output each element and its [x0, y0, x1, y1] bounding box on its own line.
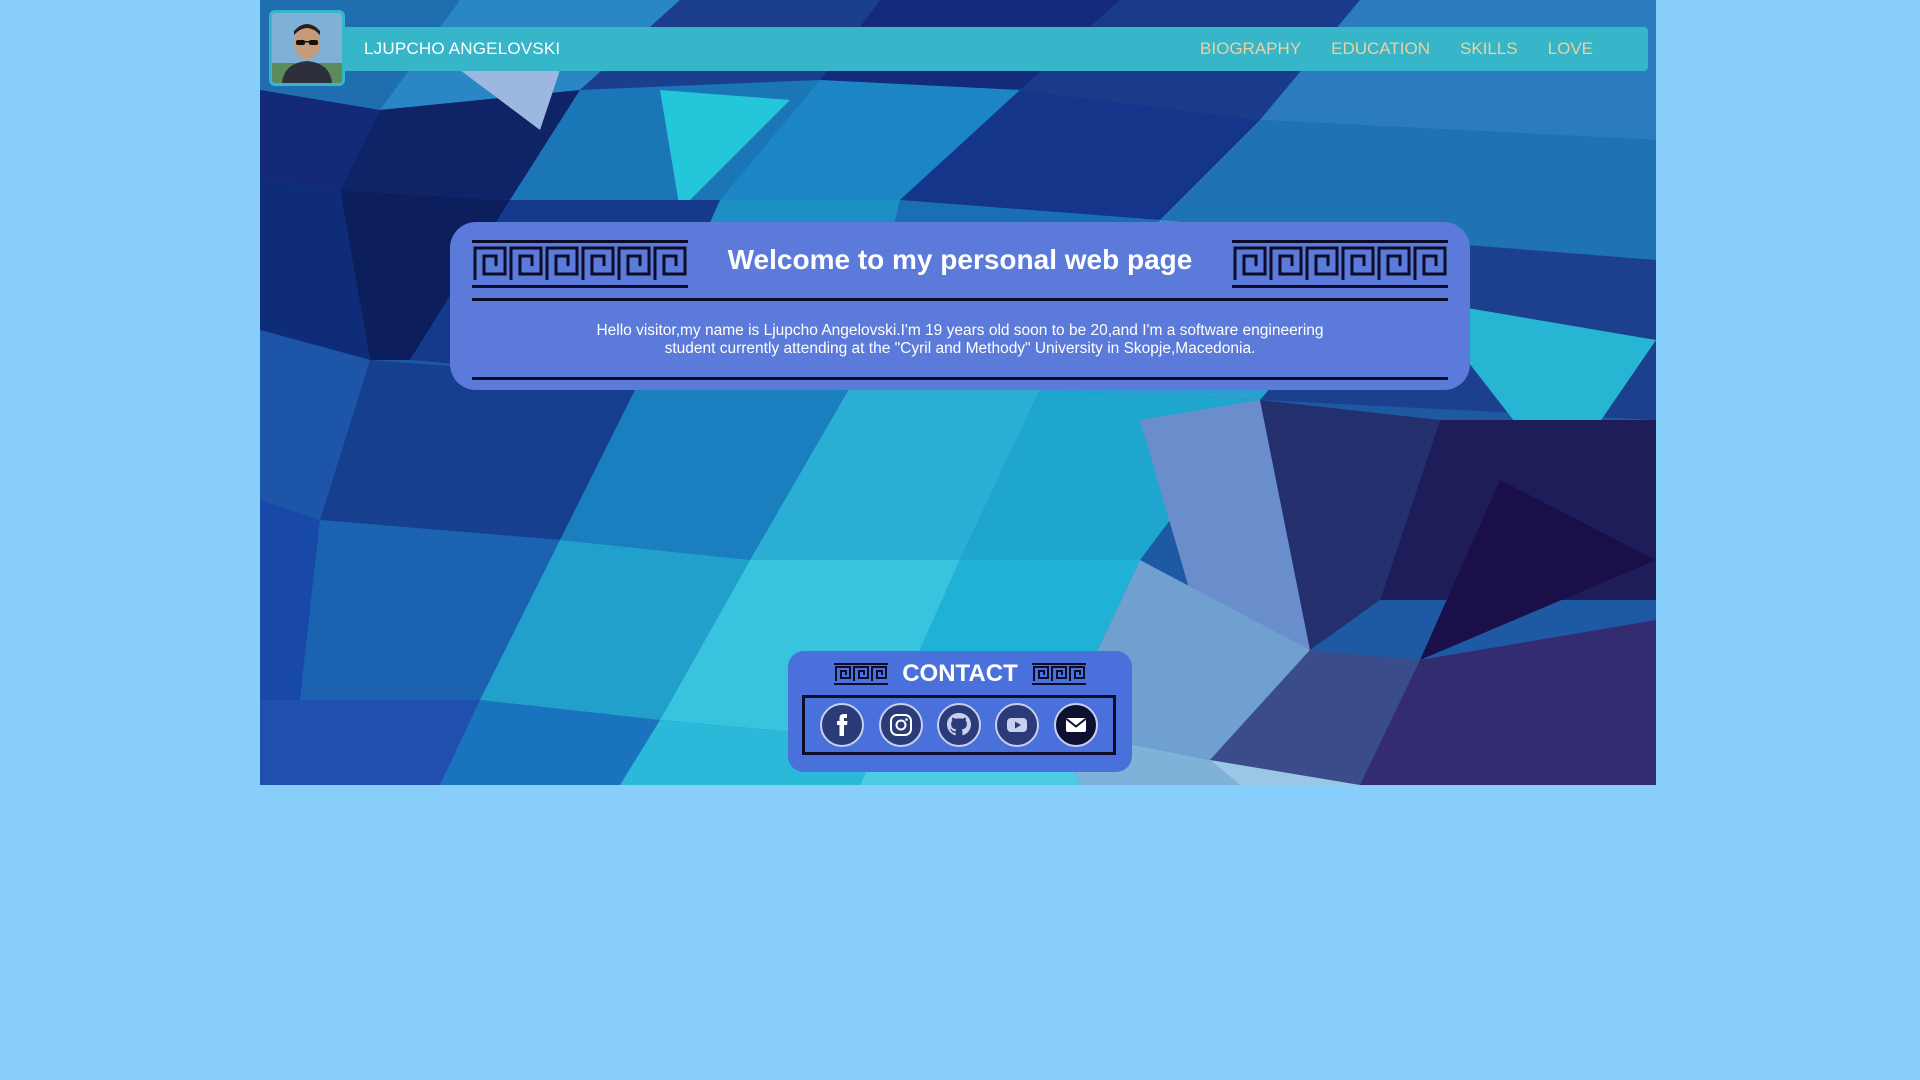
welcome-card: Welcome to my personal web page Hello vi… — [450, 222, 1470, 390]
divider-bottom — [472, 377, 1448, 380]
instagram-icon — [889, 714, 912, 736]
contact-card: CONTACT — [788, 651, 1132, 772]
github-icon — [946, 713, 971, 736]
instagram-link[interactable] — [878, 703, 923, 747]
github-link[interactable] — [936, 703, 981, 747]
mail-icon — [1065, 718, 1086, 732]
nav-biography[interactable]: BIOGRAPHY — [1200, 27, 1301, 71]
youtube-icon — [1007, 718, 1028, 732]
mail-link[interactable] — [1053, 703, 1098, 747]
welcome-text: Hello visitor,my name is Ljupcho Angelov… — [596, 322, 1324, 357]
avatar[interactable] — [269, 10, 345, 86]
avatar-photo — [272, 13, 342, 83]
page-container: LJUPCHO ANGELOVSKI BIOGRAPHY EDUCATION S… — [260, 0, 1656, 785]
top-navbar: LJUPCHO ANGELOVSKI BIOGRAPHY EDUCATION S… — [272, 27, 1648, 71]
nav-skills[interactable]: SKILLS — [1460, 27, 1518, 71]
divider-top — [472, 298, 1448, 301]
facebook-icon — [837, 714, 848, 736]
facebook-link[interactable] — [820, 703, 865, 747]
nav-links: BIOGRAPHY EDUCATION SKILLS LOVE — [1200, 27, 1593, 71]
nav-love[interactable]: LOVE — [1548, 27, 1593, 71]
social-links — [802, 695, 1116, 755]
greek-key-ornament-right — [1232, 240, 1448, 288]
nav-education[interactable]: EDUCATION — [1331, 27, 1430, 71]
youtube-link[interactable] — [995, 703, 1040, 747]
site-brand[interactable]: LJUPCHO ANGELOVSKI — [364, 27, 560, 71]
greek-key-ornament-right — [1032, 663, 1086, 685]
